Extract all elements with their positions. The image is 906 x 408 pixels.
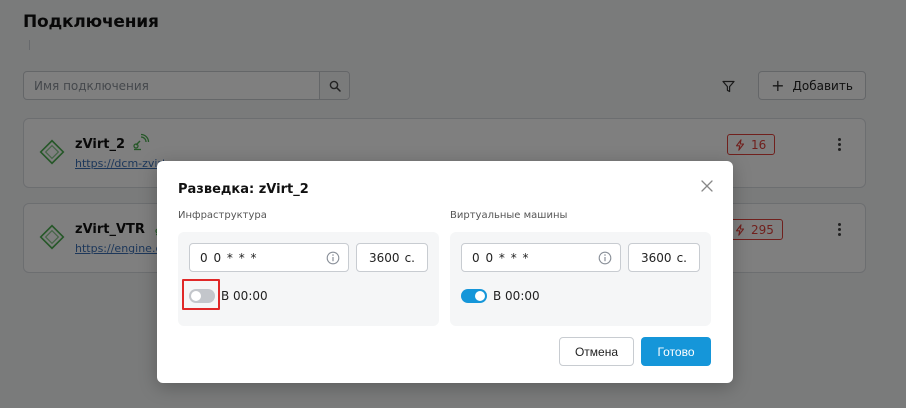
cancel-button[interactable]: Отмена [559,337,634,366]
interval-unit: с. [676,250,687,265]
cron-value: 0 0 * * * [200,250,258,265]
vms-label: Виртуальные машины [450,210,568,221]
infrastructure-interval-input[interactable]: 3600 с. [356,243,428,272]
vms-toggle[interactable] [461,289,487,303]
interval-unit: с. [404,250,415,265]
vms-toggle-label: В 00:00 [493,289,540,303]
modal-title: Разведка: zVirt_2 [178,182,309,197]
infrastructure-toggle-label: В 00:00 [221,289,268,303]
discovery-modal: Разведка: zVirt_2 Инфраструктура Виртуал… [157,161,733,383]
highlight-box [182,279,220,310]
toggle-knob [475,291,485,301]
interval-value: 3600 [641,250,672,265]
info-icon[interactable] [326,251,340,265]
close-icon[interactable] [700,179,714,193]
vms-interval-input[interactable]: 3600 с. [628,243,700,272]
interval-value: 3600 [369,250,400,265]
done-button[interactable]: Готово [641,337,711,366]
cron-value: 0 0 * * * [472,250,530,265]
info-icon[interactable] [598,251,612,265]
vms-cron-input[interactable]: 0 0 * * * [461,243,621,272]
infrastructure-label: Инфраструктура [178,210,267,221]
infrastructure-cron-input[interactable]: 0 0 * * * [189,243,349,272]
infrastructure-panel: 0 0 * * * 3600 с. В 00:00 [178,232,439,326]
vms-panel: 0 0 * * * 3600 с. В 00:00 [450,232,711,326]
